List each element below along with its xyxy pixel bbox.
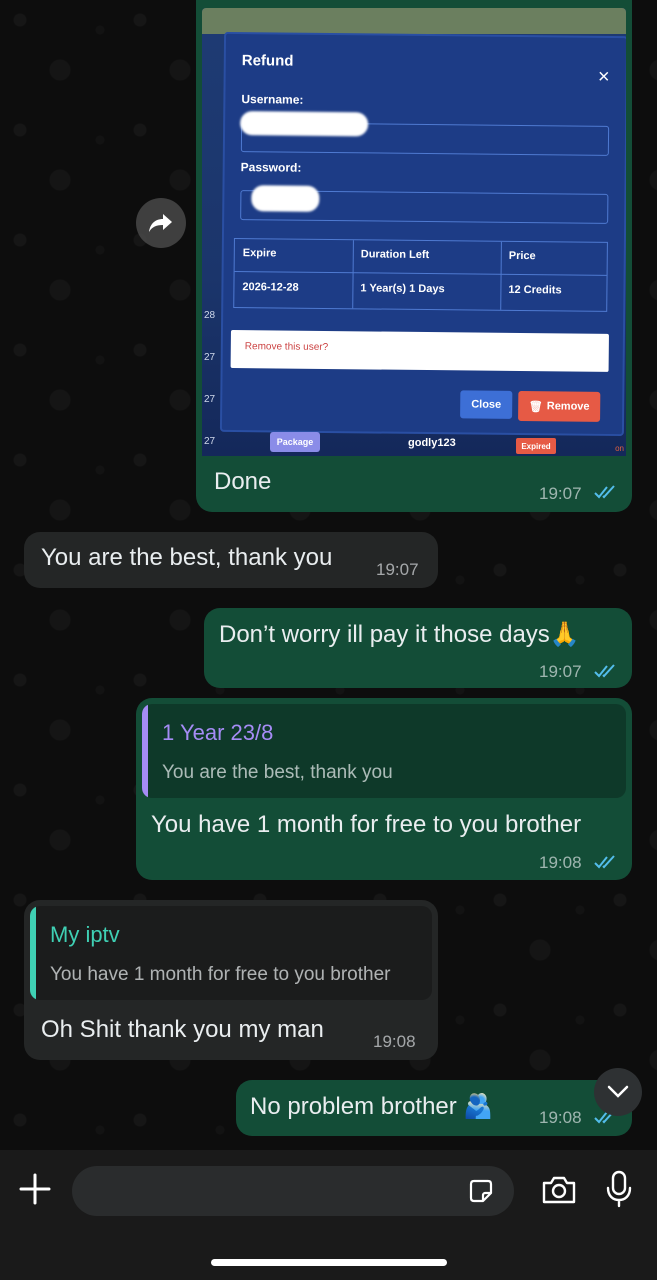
home-indicator (211, 1259, 447, 1266)
plus-icon[interactable] (18, 1172, 52, 1206)
sticker-icon[interactable] (466, 1176, 496, 1206)
mic-icon[interactable] (604, 1170, 634, 1208)
username-label: Username: (241, 92, 304, 107)
forward-button[interactable] (136, 198, 186, 248)
right-tag: on (615, 444, 624, 453)
refund-modal: Refund × Username: Password: Expire Dura… (219, 31, 626, 437)
table-header: Duration Left (360, 248, 430, 262)
expired-badge: Expired (516, 438, 556, 454)
chevron-down-icon (607, 1085, 629, 1098)
package-badge: Package (270, 432, 320, 452)
table-header: Expire (242, 247, 277, 260)
quote-author: 1 Year 23/8 (162, 720, 274, 745)
quote-bar (30, 906, 36, 1000)
message-time: 19:07 (376, 560, 419, 579)
user-info-table: Expire Duration Left Price 2026-12-28 1 … (233, 238, 608, 312)
password-field (240, 185, 609, 224)
password-label: Password: (240, 160, 302, 175)
table-cell: 12 Credits (508, 283, 562, 297)
trash-icon: 🗑 (528, 400, 543, 413)
side-number: 27 (204, 394, 216, 405)
redacted-scribble (240, 111, 369, 137)
message-text: Don’t worry ill pay it those days🙏 (219, 621, 580, 648)
quoted-message[interactable]: My iptv You have 1 month for free to you… (30, 906, 432, 1000)
quote-text: You are the best, thank you (162, 762, 393, 783)
side-number: 27 (204, 436, 216, 447)
read-ticks-icon (594, 485, 615, 499)
image-caption: Done (214, 468, 272, 495)
modal-title: Refund (241, 52, 294, 70)
modal-close-button: Close (460, 390, 513, 419)
quote-text: You have 1 month for free to you brother (50, 964, 391, 985)
scroll-to-bottom-button[interactable] (594, 1068, 642, 1116)
message-time: 19:08 (539, 853, 582, 872)
photo-top-strip (202, 8, 626, 34)
forward-icon (149, 214, 172, 232)
table-cell: 2026-12-28 (242, 281, 299, 294)
message-input[interactable] (72, 1166, 514, 1216)
message-text: You are the best, thank you (41, 544, 333, 571)
close-icon: × (597, 65, 610, 88)
side-number: 27 (204, 352, 216, 363)
message-time: 19:07 (539, 662, 582, 681)
read-ticks-icon (594, 664, 615, 678)
quoted-message[interactable]: 1 Year 23/8 You are the best, thank you (142, 704, 626, 798)
quote-author: My iptv (50, 922, 120, 947)
redacted-scribble (251, 185, 320, 212)
remove-confirm-input: Remove this user? (230, 329, 609, 372)
message-time: 19:08 (373, 1032, 416, 1051)
remove-button-label: Remove (546, 400, 590, 413)
table-cell: 1 Year(s) 1 Days (360, 282, 445, 296)
table-header: Price (508, 249, 536, 263)
side-number: 28 (204, 310, 216, 321)
message-time: 19:08 (539, 1108, 582, 1127)
read-ticks-icon (594, 855, 615, 869)
message-text: Oh Shit thank you my man (41, 1016, 324, 1043)
camera-icon[interactable] (540, 1174, 578, 1206)
username-field (240, 111, 610, 156)
message-text: You have 1 month for free to you brother (151, 811, 582, 838)
message-time: 19:07 (539, 484, 582, 503)
image-attachment[interactable]: 28 27 27 27 S on on on on Refund × Usern… (202, 8, 626, 456)
row-username: godly123 (408, 437, 456, 449)
message-text: No problem brother 🫂 (250, 1093, 494, 1120)
modal-remove-button: 🗑 Remove (518, 390, 601, 422)
quote-bar (142, 704, 148, 798)
remove-placeholder: Remove this user? (244, 341, 329, 354)
